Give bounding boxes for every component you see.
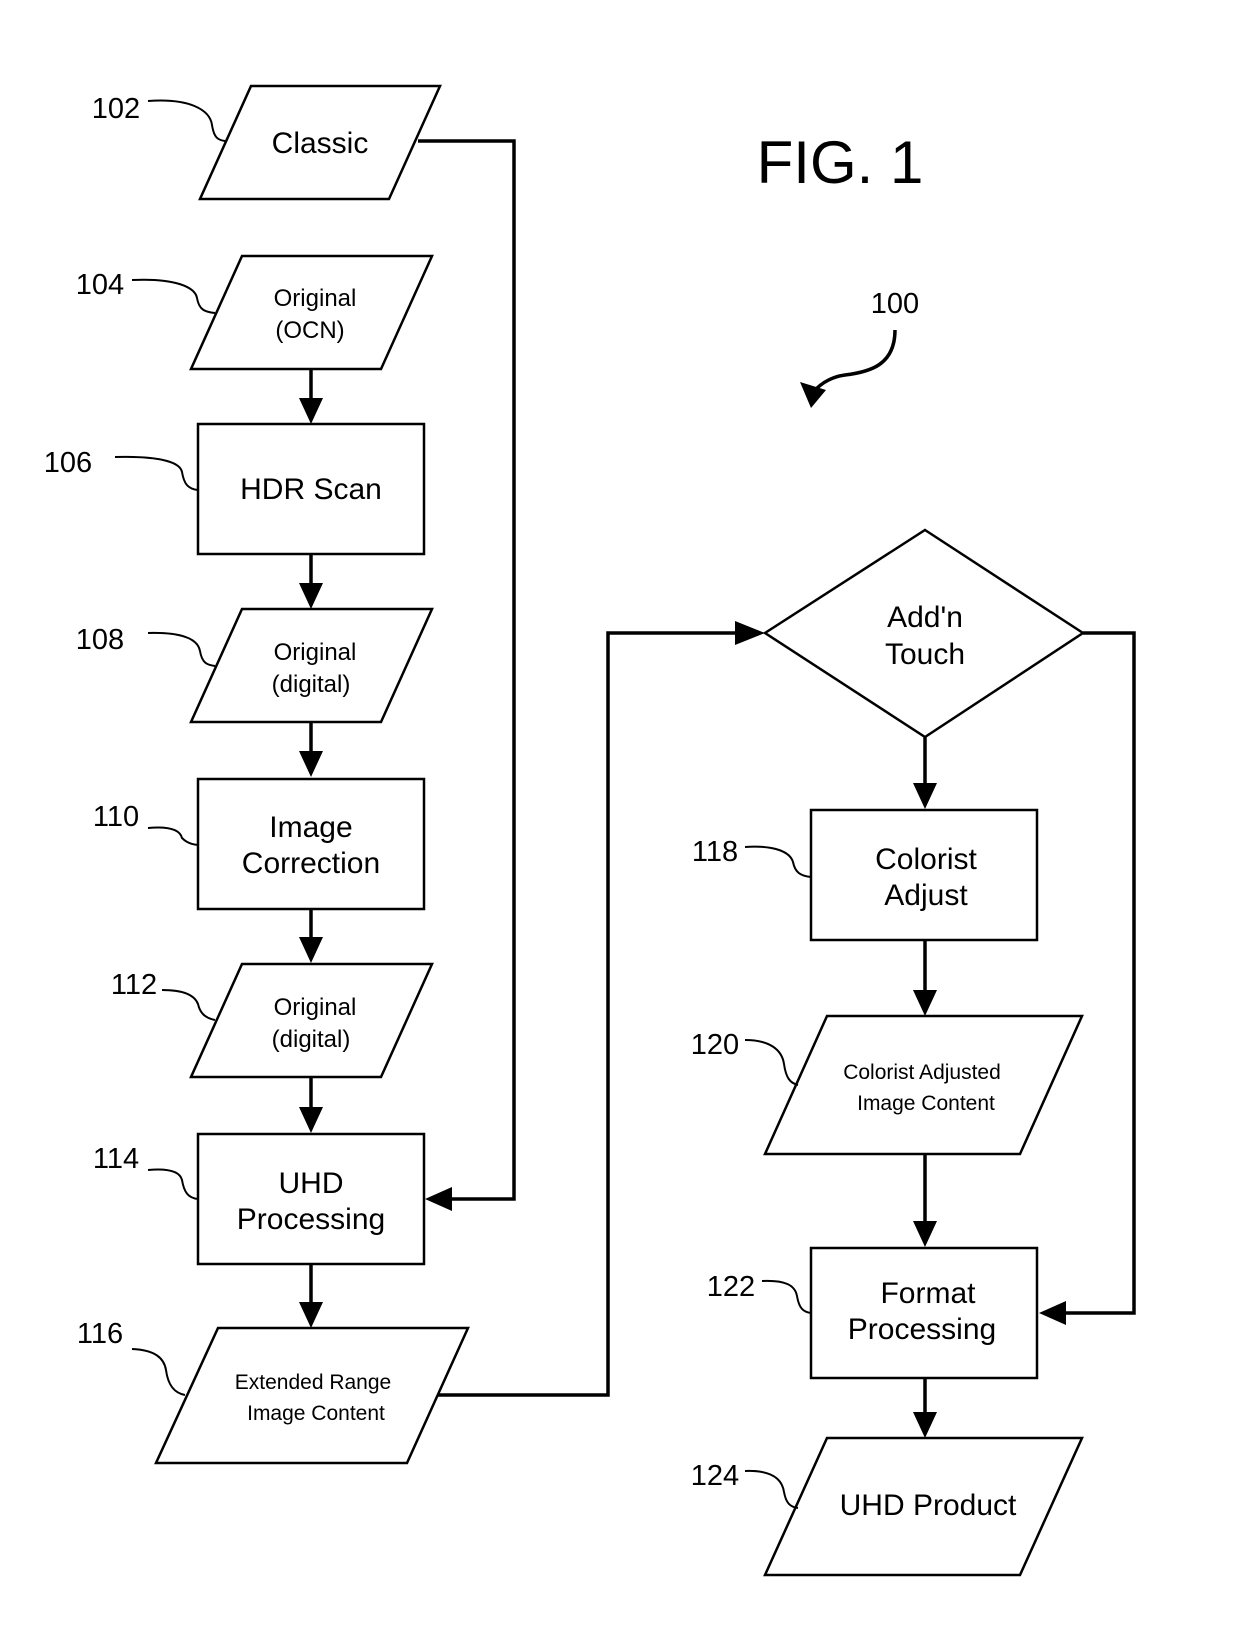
rectangle-shape xyxy=(196,777,426,911)
node-label-line-2: (digital) xyxy=(272,1026,351,1053)
reference-numeral: 110 xyxy=(93,801,139,833)
reference-leader xyxy=(147,99,226,142)
node-108-original-digital: Original (digital) 108 xyxy=(76,607,434,724)
node-116-extended-range-image-content: Extended Range Image Content 116 xyxy=(77,1318,470,1465)
reference-leader xyxy=(744,1469,799,1509)
reference-numeral: 118 xyxy=(692,836,738,868)
parallelogram-shape xyxy=(189,254,434,371)
arrowhead xyxy=(299,937,323,963)
node-124-uhd-product: UHD Product 124 xyxy=(691,1436,1084,1577)
node-label-line-1: Original xyxy=(274,285,357,312)
edge-116-decision xyxy=(438,631,735,1397)
arrowhead xyxy=(913,1221,937,1247)
node-106-hdr-scan: HDR Scan 106 xyxy=(44,422,426,556)
reference-leader xyxy=(744,1039,799,1086)
node-112-original-digital: Original (digital) 112 xyxy=(111,962,434,1079)
node-120-colorist-adjusted-image-content: Colorist Adjusted Image Content 120 xyxy=(691,1014,1084,1156)
node-label-line-2: (digital) xyxy=(272,671,351,698)
node-label: HDR Scan xyxy=(240,473,382,506)
node-label-line-2: Correction xyxy=(242,847,380,880)
reference-leader xyxy=(147,826,199,846)
parallelogram-shape xyxy=(763,1014,1084,1156)
node-label: UHD Product xyxy=(840,1489,1017,1522)
arrowhead xyxy=(299,583,323,609)
node-label-line-1: Format xyxy=(880,1277,976,1310)
edge-decision-122 xyxy=(1060,631,1136,1315)
reference-leader xyxy=(114,455,199,491)
reference-leader xyxy=(744,845,812,878)
node-110-image-correction: Image Correction 110 xyxy=(93,777,426,911)
node-label-line-1: UHD xyxy=(279,1167,344,1200)
decision-label-line-2: Touch xyxy=(885,638,965,671)
node-114-uhd-processing: UHD Processing 114 xyxy=(93,1132,426,1266)
decision-addn-touch: Add'n Touch xyxy=(762,528,1086,739)
node-label-line-1: Original xyxy=(274,994,357,1021)
node-label-line-1: Image xyxy=(269,811,352,844)
arrowhead xyxy=(913,1412,937,1438)
node-label-line-2: Image Content xyxy=(857,1092,995,1115)
reference-numeral: 116 xyxy=(77,1318,123,1350)
node-label-line-1: Colorist xyxy=(875,843,977,876)
reference-numeral: 104 xyxy=(76,269,124,301)
reference-leader xyxy=(147,631,216,667)
flowchart-diagram: FIG. 1 100 Classic 102 Original (OCN) 10… xyxy=(44,84,1136,1577)
reference-leader xyxy=(761,1279,812,1314)
reference-leader xyxy=(161,989,216,1021)
node-102-classic: Classic 102 xyxy=(92,84,442,201)
node-118-colorist-adjust: Colorist Adjust 118 xyxy=(692,808,1039,942)
reference-numeral: 124 xyxy=(691,1460,739,1492)
arrowhead xyxy=(299,1107,323,1133)
edge-102-114 xyxy=(418,139,516,1201)
reference-numeral: 106 xyxy=(44,447,92,479)
arrowhead xyxy=(299,751,323,777)
node-label-line-2: Image Content xyxy=(247,1402,385,1425)
decision-label-line-1: Add'n xyxy=(887,601,963,634)
node-label-line-2: Processing xyxy=(237,1203,385,1236)
arrowhead xyxy=(913,990,937,1016)
reference-leader xyxy=(131,1348,186,1396)
node-label: Classic xyxy=(272,127,369,160)
arrowhead xyxy=(299,398,323,424)
node-label-line-1: Colorist Adjusted xyxy=(843,1061,1001,1084)
reference-numeral: 108 xyxy=(76,624,124,656)
reference-numeral: 112 xyxy=(111,969,157,1001)
reference-numeral: 122 xyxy=(707,1271,755,1303)
arrowhead xyxy=(425,1187,452,1211)
node-label-line-1: Original xyxy=(274,639,357,666)
reference-numeral: 120 xyxy=(691,1029,739,1061)
reference-leader xyxy=(131,278,216,314)
figure-reference-leader xyxy=(808,329,897,398)
node-label-line-2: Processing xyxy=(848,1313,996,1346)
reference-numeral: 114 xyxy=(93,1143,139,1175)
arrowhead xyxy=(299,1302,323,1328)
parallelogram-shape xyxy=(154,1326,470,1465)
arrowhead xyxy=(913,783,937,809)
figure-reference: 100 xyxy=(871,288,919,320)
reference-leader xyxy=(147,1168,199,1200)
figure-title: FIG. 1 xyxy=(757,129,924,196)
node-104-original-ocn: Original (OCN) 104 xyxy=(76,254,434,371)
node-label-line-2: (OCN) xyxy=(275,317,344,344)
node-122-format-processing: Format Processing 122 xyxy=(707,1246,1039,1380)
node-label-line-1: Extended Range xyxy=(235,1371,391,1394)
reference-numeral: 102 xyxy=(92,93,140,125)
arrowhead xyxy=(735,621,765,645)
arrowhead xyxy=(1039,1301,1066,1325)
node-label-line-2: Adjust xyxy=(884,879,968,912)
